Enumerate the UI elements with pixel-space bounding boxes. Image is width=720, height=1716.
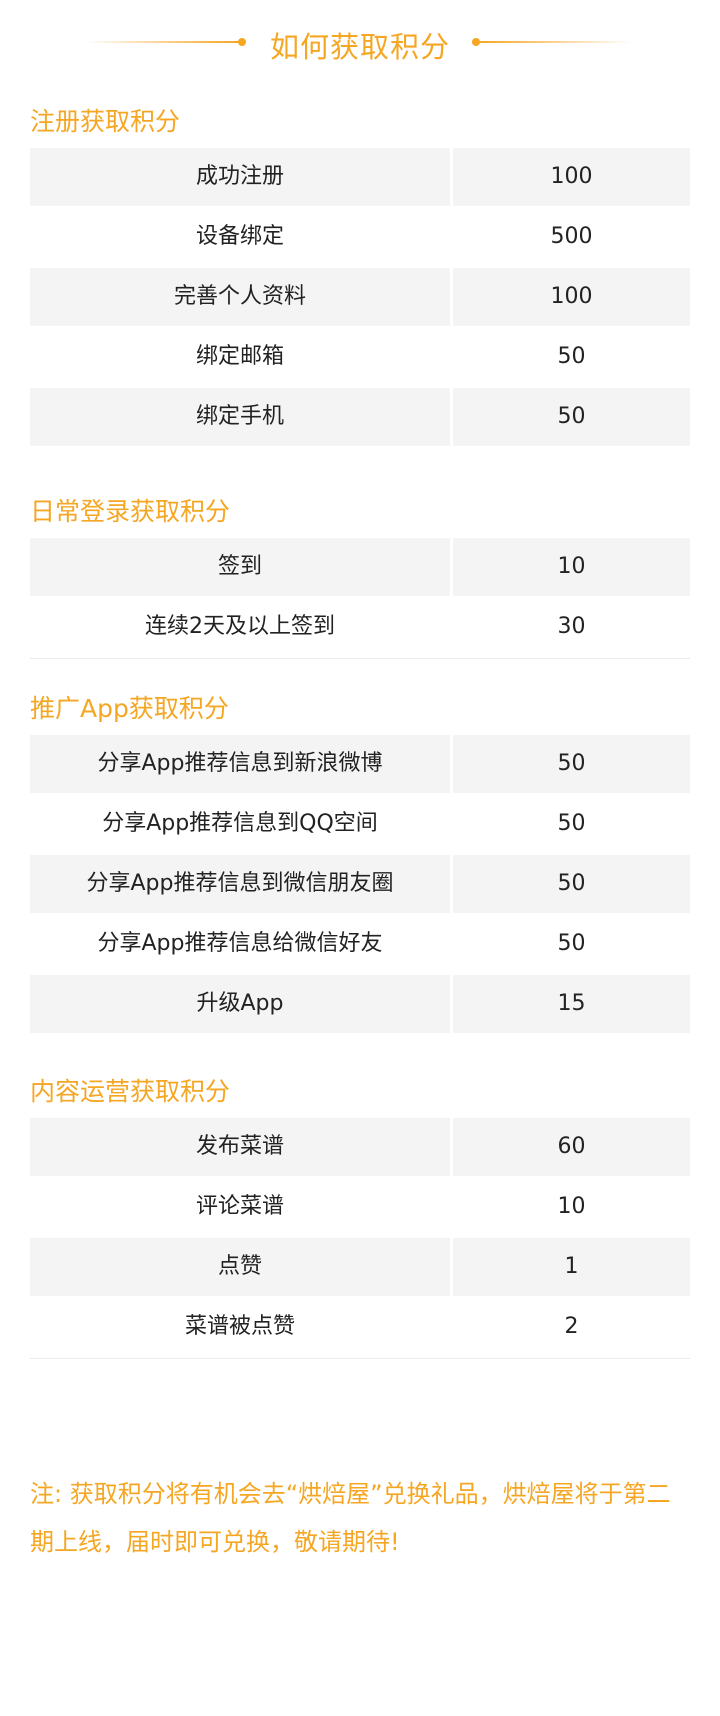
row-name: 连续2天及以上签到 (30, 598, 450, 656)
row-points: 10 (453, 538, 690, 596)
row-name: 点赞 (30, 1238, 450, 1296)
table-row: 连续2天及以上签到 30 (30, 598, 690, 659)
row-name: 分享App推荐信息给微信好友 (30, 915, 450, 973)
row-points: 2 (453, 1298, 690, 1356)
section-title: 日常登录获取积分 (30, 497, 231, 526)
section-daily-login: 日常登录获取积分 签到 10 连续2天及以上签到 30 (30, 486, 690, 659)
page-title: 如何获取积分 (269, 30, 450, 64)
row-name: 签到 (30, 538, 450, 596)
table-row: 绑定邮箱 50 (30, 328, 690, 388)
row-name: 绑定邮箱 (30, 328, 450, 386)
table-row: 评论菜谱 10 (30, 1178, 690, 1238)
table-row: 分享App推荐信息到新浪微博 50 (30, 735, 690, 795)
section-title: 注册获取积分 (30, 107, 181, 136)
section-title: 内容运营获取积分 (30, 1077, 231, 1106)
section-register: 注册获取积分 成功注册 100 设备绑定 500 完善个人资料 100 绑定邮箱… (30, 96, 690, 448)
section-title: 推广App获取积分 (30, 694, 229, 723)
table-row: 签到 10 (30, 538, 690, 598)
row-points: 50 (453, 735, 690, 793)
row-points: 10 (453, 1178, 690, 1236)
row-name: 分享App推荐信息到微信朋友圈 (30, 855, 450, 913)
row-name: 设备绑定 (30, 208, 450, 266)
row-points: 1 (453, 1238, 690, 1296)
row-name: 成功注册 (30, 148, 450, 206)
row-points: 50 (453, 388, 690, 446)
title-divider-right (478, 41, 632, 43)
row-name: 分享App推荐信息到QQ空间 (30, 795, 450, 853)
points-guide-page: 如何获取积分 注册获取积分 成功注册 100 设备绑定 500 完善个人资料 1… (0, 0, 720, 1716)
section-content-operation: 内容运营获取积分 发布菜谱 60 评论菜谱 10 点赞 1 菜谱被点赞 2 (30, 1066, 690, 1359)
row-points: 15 (453, 975, 690, 1033)
row-points: 50 (453, 855, 690, 913)
row-name: 分享App推荐信息到新浪微博 (30, 735, 450, 793)
table-row: 成功注册 100 (30, 148, 690, 208)
table-row: 分享App推荐信息到QQ空间 50 (30, 795, 690, 855)
row-points: 50 (453, 328, 690, 386)
row-points: 60 (453, 1118, 690, 1176)
table-row: 发布菜谱 60 (30, 1118, 690, 1178)
row-name: 完善个人资料 (30, 268, 450, 326)
row-name: 升级App (30, 975, 450, 1033)
row-points: 100 (453, 148, 690, 206)
row-name: 绑定手机 (30, 388, 450, 446)
row-points: 100 (453, 268, 690, 326)
row-points: 500 (453, 208, 690, 266)
table-row: 设备绑定 500 (30, 208, 690, 268)
row-points: 50 (453, 915, 690, 973)
row-name: 发布菜谱 (30, 1118, 450, 1176)
row-name: 评论菜谱 (30, 1178, 450, 1236)
table-row: 分享App推荐信息给微信好友 50 (30, 915, 690, 975)
table-row: 点赞 1 (30, 1238, 690, 1298)
table-row: 菜谱被点赞 2 (30, 1298, 690, 1359)
footnote: 注: 获取积分将有机会去“烘焙屋”兑换礼品，烘焙屋将于第二期上线，届时即可兑换，… (30, 1480, 671, 1556)
table-row: 分享App推荐信息到微信朋友圈 50 (30, 855, 690, 915)
page-header: 如何获取积分 (0, 14, 720, 70)
row-points: 30 (453, 598, 690, 656)
section-promote-app: 推广App获取积分 分享App推荐信息到新浪微博 50 分享App推荐信息到QQ… (30, 683, 690, 1035)
table-row: 绑定手机 50 (30, 388, 690, 448)
row-name: 菜谱被点赞 (30, 1298, 450, 1356)
table-row: 完善个人资料 100 (30, 268, 690, 328)
row-points: 50 (453, 795, 690, 853)
table-row: 升级App 15 (30, 975, 690, 1035)
